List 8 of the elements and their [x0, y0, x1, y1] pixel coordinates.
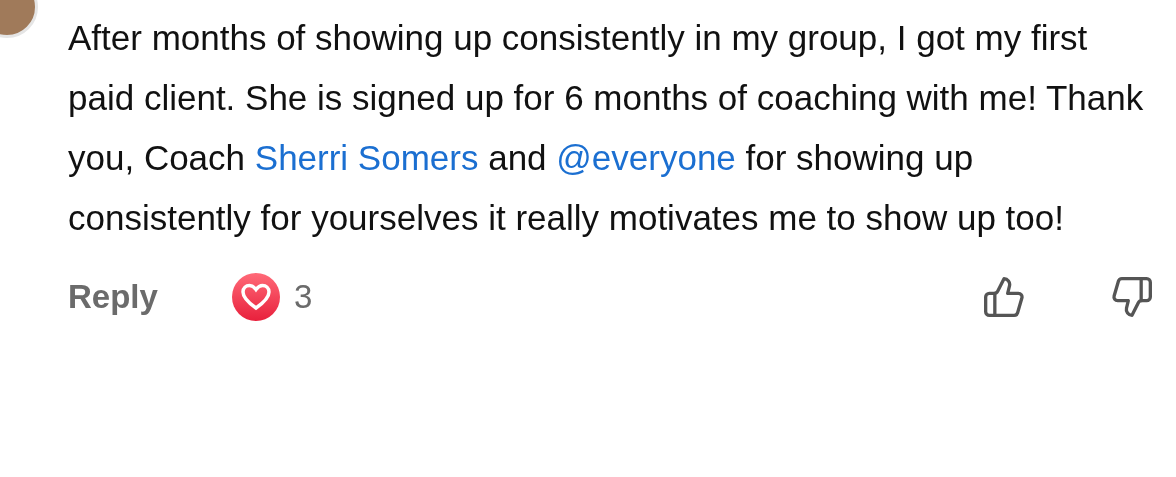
mention-link[interactable]: Sherri Somers	[254, 138, 479, 177]
thumbs-up-icon[interactable]	[982, 275, 1026, 319]
thumbs-down-icon[interactable]	[1110, 275, 1154, 319]
comment-text: After months of showing up consistently in my group, I got my first paid client. She is signed up for 6 months of coaching with me! Thank you, Coach Sherri Somers and @everyone for showing up consistently for yourselves it really motivates me to show up too!	[68, 17, 1145, 239]
reply-button[interactable]: Reply	[68, 272, 158, 322]
mention-link[interactable]: @everyone	[556, 138, 736, 177]
reaction-count: 3	[293, 277, 313, 318]
heart-reaction-icon	[231, 273, 280, 321]
